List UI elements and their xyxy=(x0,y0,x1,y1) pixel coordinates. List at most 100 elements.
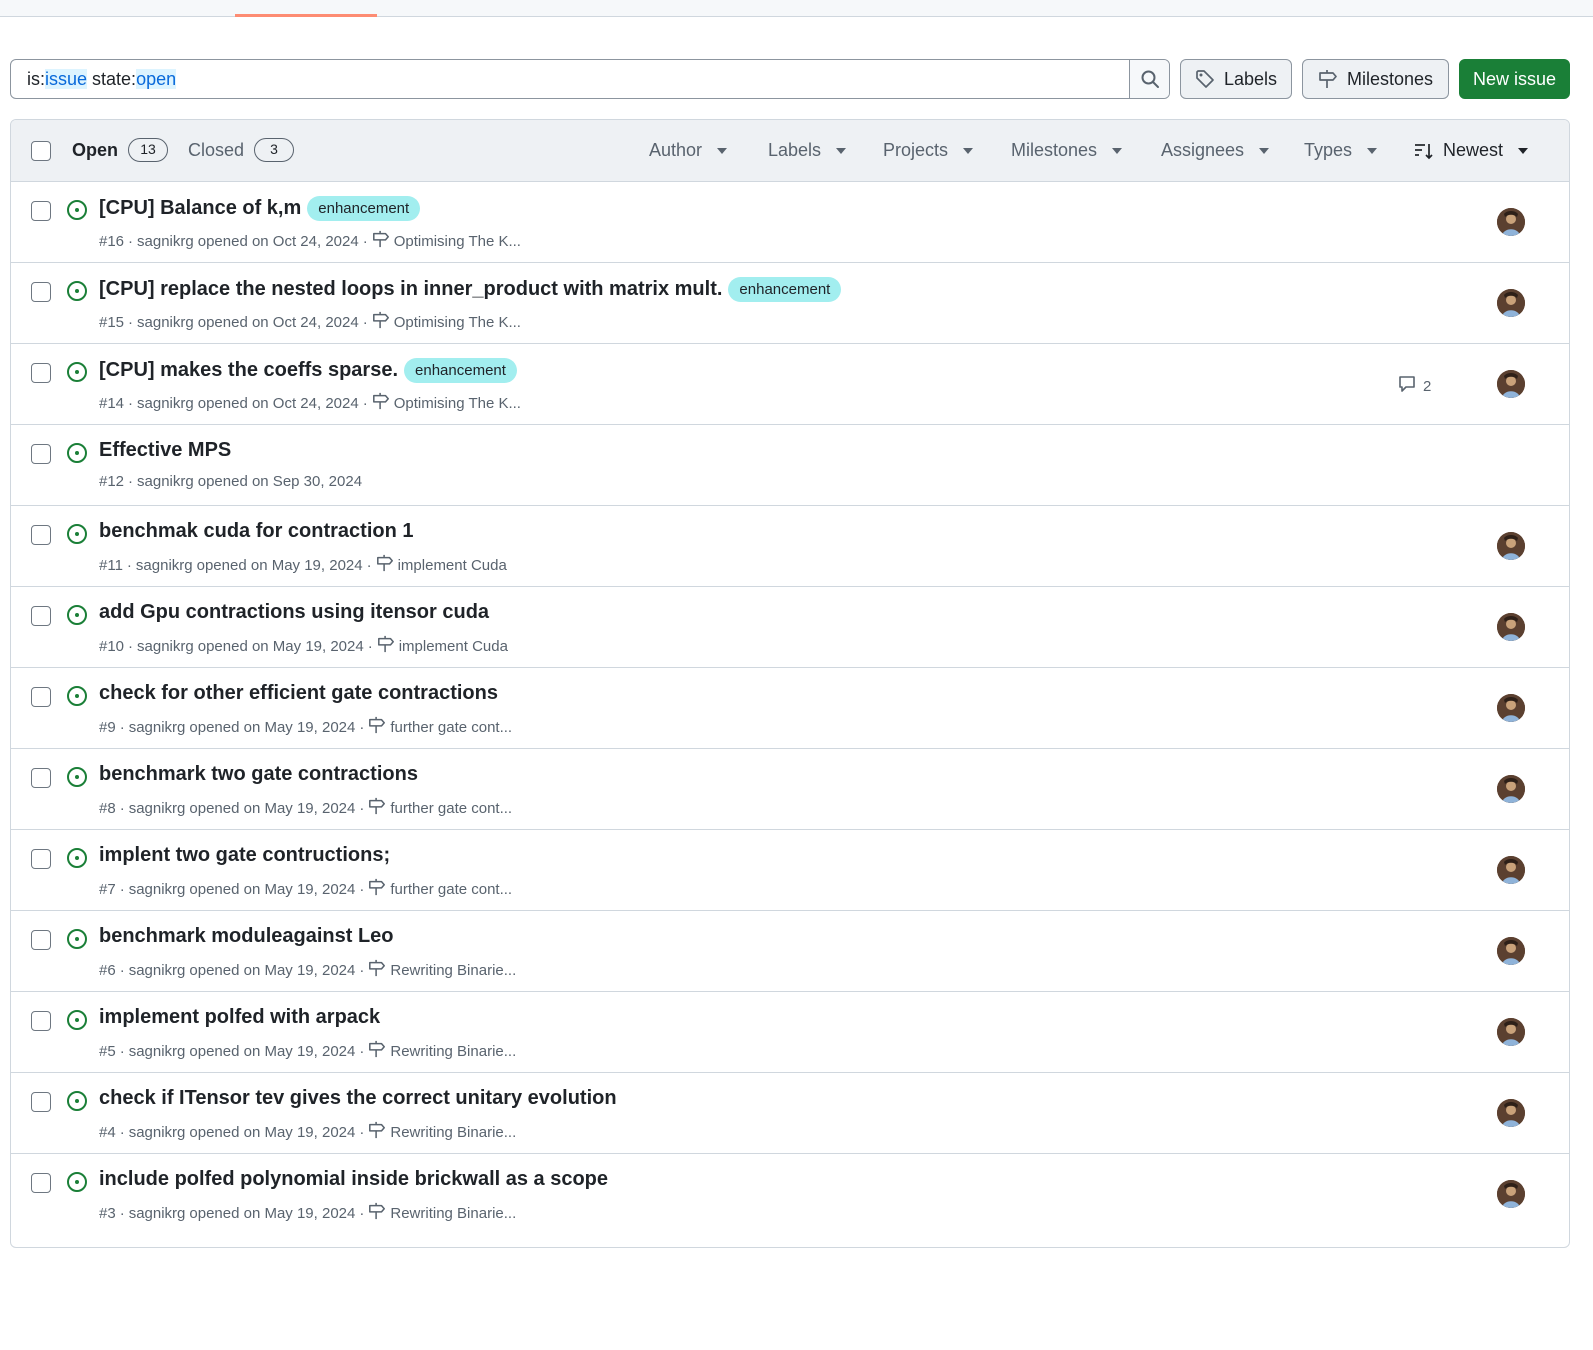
issue-title-link[interactable]: Effective MPS xyxy=(99,439,231,462)
issue-checkbox[interactable] xyxy=(31,1092,51,1112)
issue-title-link[interactable]: implent two gate contructions; xyxy=(99,844,390,867)
issue-row[interactable]: [CPU] makes the coeffs sparse. enhanceme… xyxy=(11,344,1569,425)
issue-label-badge[interactable]: enhancement xyxy=(404,358,517,383)
assignee-avatar[interactable] xyxy=(1497,856,1525,884)
issue-title-link[interactable]: benchmark two gate contractions xyxy=(99,763,418,786)
assignee-avatar[interactable] xyxy=(1497,775,1525,803)
issue-author[interactable]: sagnikrg xyxy=(137,314,194,331)
issue-row[interactable]: benchmak cuda for contraction 1 #11 · sa… xyxy=(11,506,1569,587)
issue-title-link[interactable]: include polfed polynomial inside brickwa… xyxy=(99,1168,608,1191)
issue-author[interactable]: sagnikrg xyxy=(136,557,193,574)
issue-author[interactable]: sagnikrg xyxy=(137,233,194,250)
issue-milestone[interactable]: implement Cuda xyxy=(377,635,508,657)
issue-label-badge[interactable]: enhancement xyxy=(307,196,421,221)
issue-checkbox[interactable] xyxy=(31,849,51,869)
issue-title-link[interactable]: check for other efficient gate contracti… xyxy=(99,682,498,705)
labels-button[interactable]: Labels xyxy=(1180,59,1292,99)
issue-checkbox[interactable] xyxy=(31,930,51,950)
issue-author[interactable]: sagnikrg xyxy=(137,395,194,412)
issue-author[interactable]: sagnikrg xyxy=(129,1124,186,1141)
open-issues-tab[interactable]: Open 13 xyxy=(72,138,169,162)
issue-meta: #5 · sagnikrg opened on May 19, 2024 · Re… xyxy=(99,1040,516,1062)
issue-author[interactable]: sagnikrg xyxy=(137,638,194,655)
issue-title-line: check if ITensor tev gives the correct u… xyxy=(99,1087,617,1110)
issue-author[interactable]: sagnikrg xyxy=(137,473,194,490)
milestones-button[interactable]: Milestones xyxy=(1302,59,1449,99)
issue-checkbox[interactable] xyxy=(31,282,51,302)
projects-filter[interactable]: Projects xyxy=(883,140,974,161)
assignees-filter[interactable]: Assignees xyxy=(1161,140,1270,161)
issue-milestone[interactable]: further gate cont... xyxy=(368,716,512,738)
issue-author[interactable]: sagnikrg xyxy=(129,719,186,736)
search-input[interactable]: is:issue state:open xyxy=(10,59,1170,99)
issue-checkbox[interactable] xyxy=(31,363,51,383)
issue-checkbox[interactable] xyxy=(31,1011,51,1031)
issue-row[interactable]: [CPU] replace the nested loops in inner_… xyxy=(11,263,1569,344)
assignee-avatar[interactable] xyxy=(1497,1018,1525,1046)
issue-milestone[interactable]: Rewriting Binarie... xyxy=(368,1121,516,1143)
author-filter[interactable]: Author xyxy=(649,140,728,161)
issue-comments[interactable]: 2 xyxy=(1397,374,1431,398)
issue-title-link[interactable]: [CPU] makes the coeffs sparse. xyxy=(99,359,398,382)
assignee-avatar[interactable] xyxy=(1497,694,1525,722)
issue-title-link[interactable]: [CPU] Balance of k,m xyxy=(99,197,301,220)
issue-author[interactable]: sagnikrg xyxy=(129,962,186,979)
issue-row[interactable]: benchmark moduleagainst Leo #6 · sagnikr… xyxy=(11,911,1569,992)
issue-milestone[interactable]: Rewriting Binarie... xyxy=(368,959,516,981)
assignee-avatar[interactable] xyxy=(1497,1180,1525,1208)
assignee-avatar[interactable] xyxy=(1497,532,1525,560)
issue-title-link[interactable]: benchmark moduleagainst Leo xyxy=(99,925,394,948)
select-all-checkbox[interactable] xyxy=(31,141,51,161)
issue-milestone[interactable]: Rewriting Binarie... xyxy=(368,1202,516,1224)
milestones-filter[interactable]: Milestones xyxy=(1011,140,1123,161)
issue-row[interactable]: check if ITensor tev gives the correct u… xyxy=(11,1073,1569,1154)
issue-row[interactable]: add Gpu contractions using itensor cuda … xyxy=(11,587,1569,668)
new-issue-button[interactable]: New issue xyxy=(1459,59,1570,99)
issue-label-badge[interactable]: enhancement xyxy=(728,277,842,302)
issue-row[interactable]: benchmark two gate contractions #8 · sag… xyxy=(11,749,1569,830)
closed-issues-tab[interactable]: Closed 3 xyxy=(188,138,295,162)
issue-milestone[interactable]: Rewriting Binarie... xyxy=(368,1040,516,1062)
issue-row[interactable]: Effective MPS #12 · sagnikrg opened on S… xyxy=(11,425,1569,506)
issue-author[interactable]: sagnikrg xyxy=(129,881,186,898)
issue-milestone[interactable]: Optimising The K... xyxy=(372,311,521,333)
labels-filter[interactable]: Labels xyxy=(768,140,847,161)
issue-checkbox[interactable] xyxy=(31,525,51,545)
assignee-avatar[interactable] xyxy=(1497,1099,1525,1127)
search-button[interactable] xyxy=(1129,60,1169,98)
issue-title-link[interactable]: implement polfed with arpack xyxy=(99,1006,380,1029)
types-filter[interactable]: Types xyxy=(1304,140,1378,161)
issue-milestone[interactable]: further gate cont... xyxy=(368,878,512,900)
issue-milestone[interactable]: Optimising The K... xyxy=(372,230,521,252)
issue-title-link[interactable]: add Gpu contractions using itensor cuda xyxy=(99,601,489,624)
issue-checkbox[interactable] xyxy=(31,201,51,221)
issue-checkbox[interactable] xyxy=(31,444,51,464)
issue-author[interactable]: sagnikrg xyxy=(129,1043,186,1060)
issue-title-link[interactable]: benchmak cuda for contraction 1 xyxy=(99,520,414,543)
issue-title-link[interactable]: check if ITensor tev gives the correct u… xyxy=(99,1087,617,1110)
active-tab-underline xyxy=(235,14,377,17)
assignee-avatar[interactable] xyxy=(1497,370,1525,398)
issue-author[interactable]: sagnikrg xyxy=(129,800,186,817)
issue-row[interactable]: implent two gate contructions; #7 · sagn… xyxy=(11,830,1569,911)
issue-author[interactable]: sagnikrg xyxy=(129,1205,186,1222)
issue-row[interactable]: include polfed polynomial inside brickwa… xyxy=(11,1154,1569,1235)
issues-list-header: Open 13 Closed 3 Author Labels Projects … xyxy=(11,120,1569,182)
issue-checkbox[interactable] xyxy=(31,606,51,626)
issue-checkbox[interactable] xyxy=(31,768,51,788)
issue-title-link[interactable]: [CPU] replace the nested loops in inner_… xyxy=(99,278,722,301)
issue-row[interactable]: check for other efficient gate contracti… xyxy=(11,668,1569,749)
issue-milestone[interactable]: further gate cont... xyxy=(368,797,512,819)
issue-milestone[interactable]: implement Cuda xyxy=(376,554,507,576)
assignee-avatar[interactable] xyxy=(1497,208,1525,236)
issue-checkbox[interactable] xyxy=(31,687,51,707)
issue-row[interactable]: implement polfed with arpack #5 · sagnik… xyxy=(11,992,1569,1073)
assignee-avatar[interactable] xyxy=(1497,613,1525,641)
assignee-avatar[interactable] xyxy=(1497,289,1525,317)
sort-dropdown[interactable]: Newest xyxy=(1414,140,1529,161)
assignee-avatar[interactable] xyxy=(1497,937,1525,965)
search-query[interactable]: is:issue state:open xyxy=(27,69,177,90)
issue-milestone[interactable]: Optimising The K... xyxy=(372,392,521,414)
issue-checkbox[interactable] xyxy=(31,1173,51,1193)
issue-row[interactable]: [CPU] Balance of k,m enhancement #16 · s… xyxy=(11,182,1569,263)
